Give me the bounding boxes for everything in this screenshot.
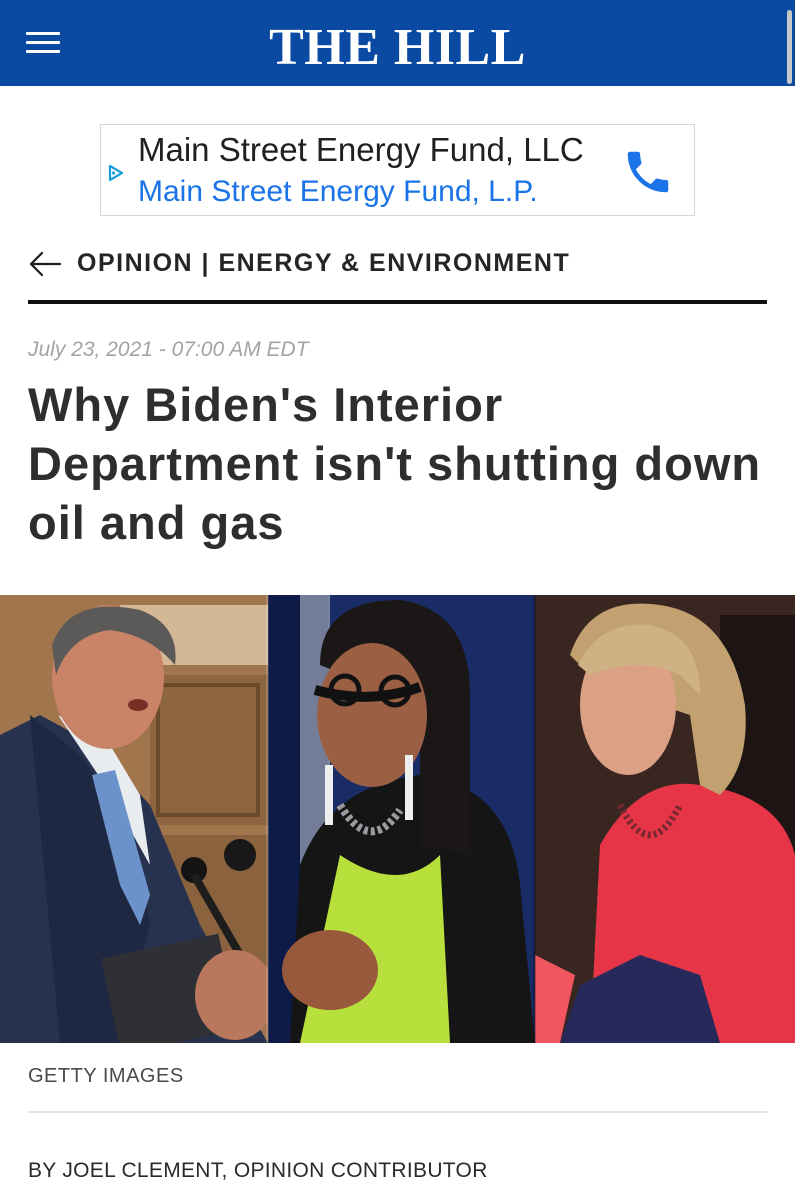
ad-choices-icon[interactable] <box>106 163 126 183</box>
section-navigation: OPINION | ENERGY & ENVIRONMENT <box>28 246 768 282</box>
credit-divider <box>28 1111 767 1113</box>
ad-subtitle-link[interactable]: Main Street Energy Fund, L.P. <box>138 175 538 209</box>
article-headline: Why Biden's Interior Department isn't sh… <box>28 378 762 549</box>
advertisement-banner[interactable]: Main Street Energy Fund, LLC Main Street… <box>100 124 695 216</box>
article-date: July 23, 2021 - 07:00 AM EDT <box>28 338 309 361</box>
article-byline[interactable]: BY JOEL CLEMENT, OPINION CONTRIBUTOR <box>28 1159 488 1183</box>
back-arrow-icon[interactable] <box>28 249 62 279</box>
phone-icon[interactable] <box>621 145 675 199</box>
article-hero-photo <box>0 595 795 1043</box>
section-divider <box>28 300 767 304</box>
section-breadcrumb[interactable]: OPINION | ENERGY & ENVIRONMENT <box>77 249 570 278</box>
top-navigation-bar: THE HILL <box>0 0 795 86</box>
photo-credit: GETTY IMAGES <box>28 1065 184 1087</box>
site-logo[interactable]: THE HILL <box>0 18 795 78</box>
scrollbar-thumb[interactable] <box>787 10 792 84</box>
ad-title[interactable]: Main Street Energy Fund, LLC <box>138 131 584 169</box>
